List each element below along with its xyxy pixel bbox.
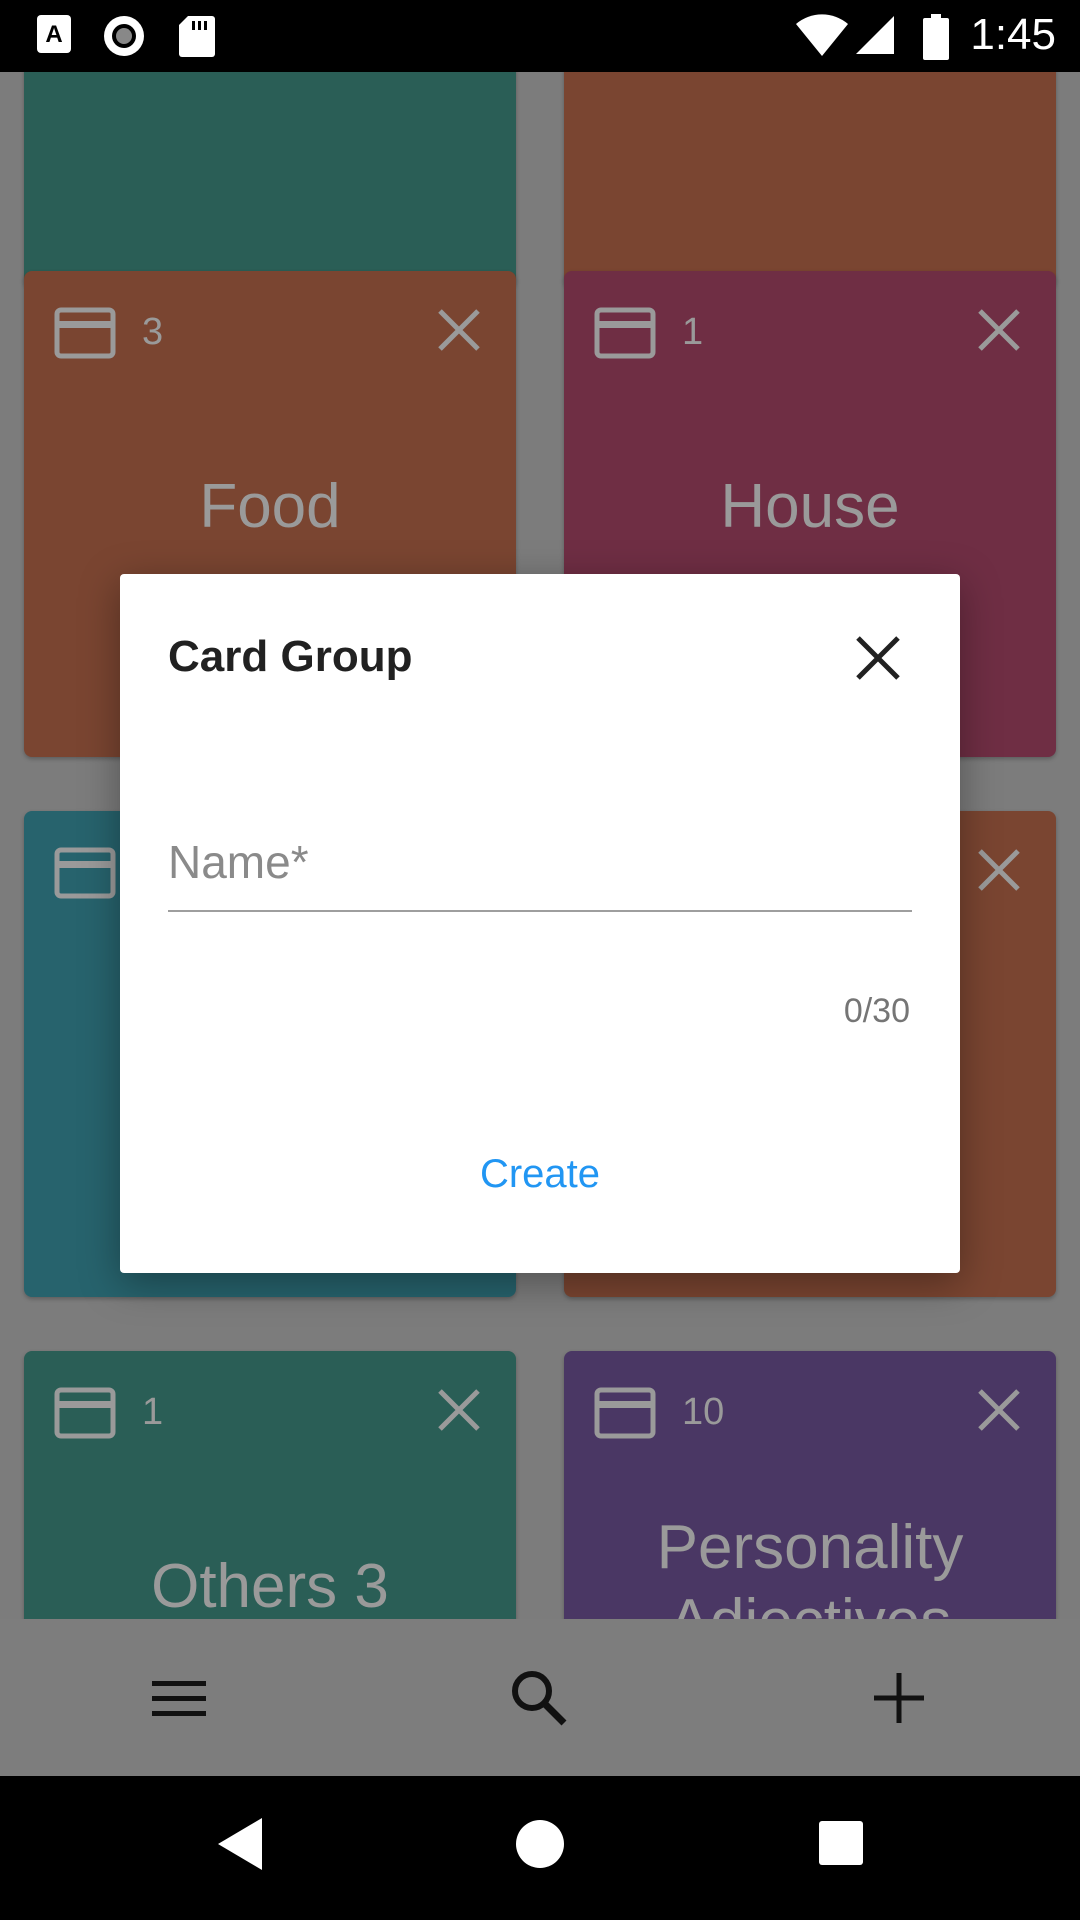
keyboard-a-icon: A [37, 15, 71, 53]
card-count: 1 [682, 311, 704, 353]
card-count: 1 [142, 1391, 164, 1433]
card-group-dialog: Card Group 0/30 Create [120, 574, 960, 1273]
delete-icon[interactable] [976, 1387, 1022, 1433]
card-count: 10 [682, 1391, 725, 1433]
wifi-icon [796, 14, 848, 57]
add-icon[interactable] [868, 1667, 930, 1729]
card-group-tile[interactable]: 10 Personality Adjectives [564, 1351, 1056, 1619]
dialog-title: Card Group [168, 632, 413, 681]
card-title: Food [199, 472, 341, 541]
menu-icon[interactable] [148, 1667, 210, 1729]
character-counter: 0/30 [843, 992, 910, 1030]
card-title: Others 3 [151, 1552, 389, 1619]
search-icon[interactable] [508, 1667, 570, 1729]
record-icon [104, 16, 144, 56]
delete-icon[interactable] [976, 847, 1022, 893]
delete-icon[interactable] [976, 307, 1022, 353]
card-icon [54, 847, 116, 899]
bottom-app-bar [0, 1619, 1080, 1776]
delete-icon[interactable] [436, 1387, 482, 1433]
create-button[interactable]: Create [120, 1152, 960, 1197]
signal-icon [856, 16, 894, 54]
card-group-tile[interactable]: 1 Others 3 [24, 1351, 516, 1619]
card-title: Personality Adjectives [656, 1513, 964, 1619]
delete-icon[interactable] [436, 307, 482, 353]
card-icon [594, 1387, 656, 1439]
recents-icon[interactable] [818, 1820, 864, 1866]
card-count: 3 [142, 311, 164, 353]
card-title: House [720, 472, 900, 541]
battery-icon [923, 14, 949, 60]
card-group-tile[interactable] [564, 72, 1056, 288]
status-time: 1:45 [970, 10, 1056, 59]
sd-card-icon [179, 16, 215, 57]
status-bar: A 1:45 [0, 0, 1080, 72]
card-icon [54, 1387, 116, 1439]
card-group-tile[interactable] [24, 72, 516, 288]
card-icon [594, 307, 656, 359]
home-icon[interactable] [514, 1818, 566, 1870]
svg-text:A: A [45, 21, 62, 48]
back-icon[interactable] [214, 1814, 266, 1874]
system-nav-bar [0, 1776, 1080, 1920]
name-input[interactable] [168, 814, 912, 912]
card-icon [54, 307, 116, 359]
close-icon[interactable] [854, 634, 902, 682]
